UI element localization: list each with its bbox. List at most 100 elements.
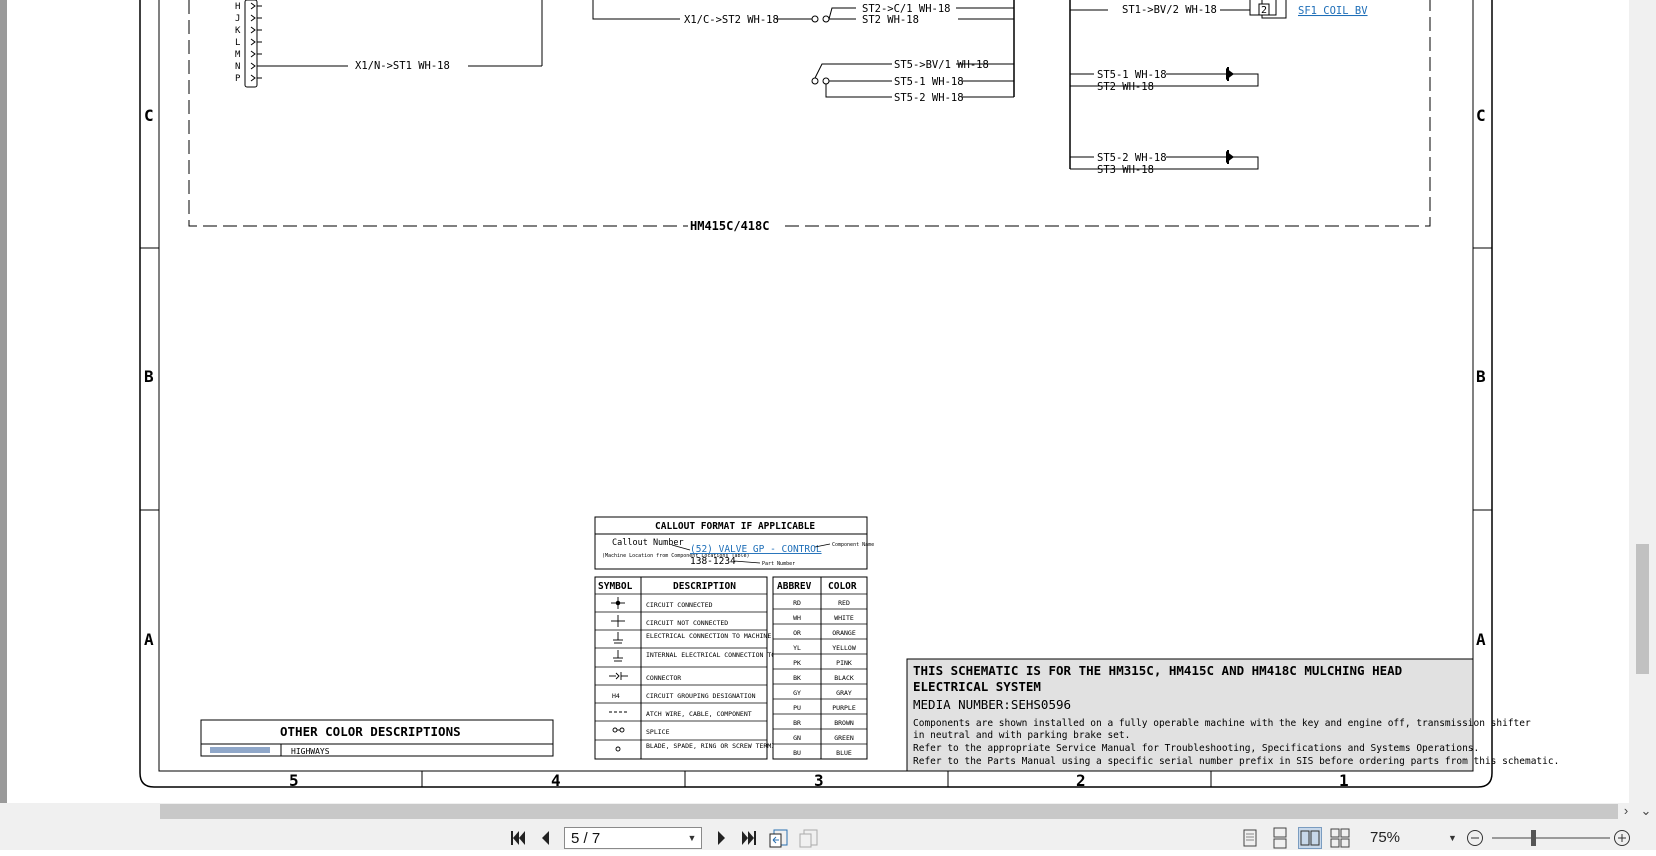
page-number-input[interactable] (565, 828, 681, 848)
zoom-level[interactable]: 75% (1370, 827, 1430, 849)
color-abbrev: GY (793, 689, 801, 697)
wire-label: ST5-1 WH-18 (1097, 69, 1167, 81)
color-table-header: ABBREV (777, 581, 812, 592)
color-abbrev: OR (793, 629, 801, 637)
pin-letter: J (235, 14, 240, 24)
callout-number: Callout Number (612, 538, 684, 548)
color-name: GRAY (836, 689, 852, 697)
symbol-description: BLADE, SPADE, RING OR SCREW TERMINAL (646, 742, 787, 750)
media-number: MEDIA NUMBER:SEHS0596 (913, 697, 1071, 712)
next-page-button[interactable] (709, 827, 733, 849)
wire-label: ST2 WH-18 (862, 14, 919, 26)
highways-swatch (210, 747, 270, 753)
zoom-in-icon (1614, 830, 1630, 846)
pin-letter: L (235, 38, 240, 48)
zoom-slider[interactable] (1492, 837, 1610, 839)
two-page-icon (1300, 830, 1320, 846)
go-back-button[interactable] (767, 827, 791, 849)
next-page-icon (718, 831, 725, 845)
symbol-description: CIRCUIT CONNECTED (646, 601, 713, 609)
color-name: YELLOW (832, 644, 856, 652)
wire-label: ST1->BV/2 WH-18 (1122, 4, 1217, 16)
title-note: in neutral and with parking brake set. (913, 730, 1130, 741)
color-abbrev: PU (793, 704, 801, 712)
previous-page-icon (542, 831, 549, 845)
color-name: WHITE (834, 614, 854, 622)
title-heading: ELECTRICAL SYSTEM (913, 679, 1041, 694)
symbol-description: CONNECTOR (646, 674, 681, 682)
color-name: BLUE (836, 749, 852, 757)
color-name: PINK (836, 659, 852, 667)
symbol-description: CIRCUIT NOT CONNECTED (646, 619, 728, 627)
row-marker: C (144, 106, 154, 125)
row-marker: B (1476, 367, 1486, 386)
wire-label: X1/C->ST2 WH-18 (684, 14, 779, 26)
single-page-view-button[interactable] (1238, 827, 1262, 849)
horizontal-scrollbar[interactable] (0, 803, 1656, 820)
chevron-down-icon[interactable]: ▼ (685, 828, 699, 848)
column-marker: 5 (289, 771, 299, 790)
zoom-in-button[interactable] (1612, 827, 1632, 849)
symbol-description: ATCH WIRE, CABLE, COMPONENT (646, 710, 752, 718)
callout-link[interactable]: (52) VALVE GP - CONTROL (690, 544, 822, 555)
go-back-icon (769, 829, 788, 848)
pin-letter: N (235, 62, 240, 72)
color-abbrev: PK (793, 659, 801, 667)
horizontal-scrollbar-thumb[interactable] (160, 804, 1618, 819)
title-heading: THIS SCHEMATIC IS FOR THE HM315C, HM415C… (913, 663, 1402, 678)
other-color-label: HIGHWAYS (291, 747, 330, 756)
go-forward-button[interactable] (797, 827, 821, 849)
color-abbrev: YL (793, 644, 801, 652)
symbol-description: SPLICE (646, 728, 670, 736)
zoom-dropdown-icon[interactable]: ▼ (1448, 827, 1462, 849)
wire-label: ST5-1 WH-18 (894, 76, 964, 88)
color-abbrev: WH (793, 614, 801, 622)
wire-label: X1/N->ST1 WH-18 (355, 60, 450, 72)
page-number-field[interactable]: ▼ (564, 827, 702, 849)
symbol-description: CIRCUIT GROUPING DESIGNATION (646, 692, 756, 700)
column-marker: 4 (551, 771, 561, 790)
color-abbrev: BU (793, 749, 801, 757)
color-name: RED (838, 599, 850, 607)
column-marker: 3 (814, 771, 824, 790)
row-marker: A (1476, 630, 1486, 649)
vertical-scrollbar-thumb[interactable] (1636, 544, 1649, 674)
last-page-icon (742, 831, 756, 845)
wire-label: ST2 WH-18 (1097, 81, 1154, 93)
color-name: BLACK (834, 674, 854, 682)
two-page-continuous-button[interactable] (1328, 827, 1352, 849)
pin-letter: P (235, 74, 241, 84)
component-link[interactable]: SF1 COIL BV (1298, 5, 1368, 17)
continuous-view-button[interactable] (1268, 827, 1292, 849)
zone-label: HM415C/418C (690, 219, 769, 233)
vertical-scrollbar[interactable]: ⌄ (1629, 0, 1656, 819)
color-table (772, 576, 868, 760)
column-marker: 1 (1339, 771, 1349, 790)
two-page-continuous-icon (1330, 828, 1350, 848)
callout-title: CALLOUT FORMAT IF APPLICABLE (655, 521, 815, 532)
color-abbrev: BR (793, 719, 801, 727)
title-note: Components are shown installed on a full… (913, 718, 1531, 729)
row-marker: B (144, 367, 154, 386)
first-page-button[interactable] (506, 827, 530, 849)
zoom-slider-thumb[interactable] (1531, 830, 1536, 846)
color-name: GREEN (834, 734, 854, 742)
scroll-down-icon[interactable]: ⌄ (1638, 803, 1654, 819)
column-marker: 2 (1076, 771, 1086, 790)
two-page-view-button[interactable] (1298, 827, 1322, 849)
symbol-table-header: SYMBOL (598, 581, 633, 592)
zoom-out-button[interactable] (1465, 827, 1485, 849)
color-abbrev: RD (793, 599, 801, 607)
pin-letter: M (235, 50, 241, 60)
pin-letter: H (235, 2, 240, 12)
part-number-value: 138-1234 (690, 556, 736, 567)
wire-label: ST3 WH-18 (1097, 164, 1154, 176)
row-marker: A (144, 630, 154, 649)
other-colors-title: OTHER COLOR DESCRIPTIONS (280, 724, 461, 739)
wire-label: ST5-2 WH-18 (894, 92, 964, 104)
scroll-right-icon[interactable]: › (1618, 803, 1634, 819)
row-marker: C (1476, 106, 1486, 125)
last-page-button[interactable] (737, 827, 761, 849)
title-note: Refer to the Parts Manual using a specif… (913, 756, 1559, 767)
previous-page-button[interactable] (534, 827, 558, 849)
